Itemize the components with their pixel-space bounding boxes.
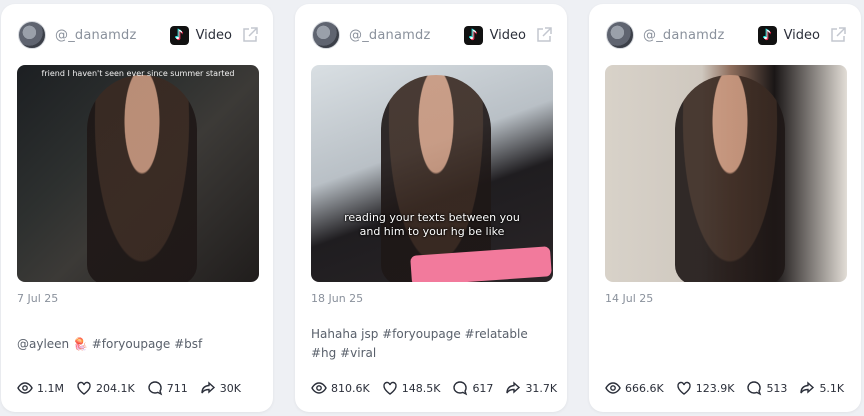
post-date: 18 Jun 25 <box>311 292 364 305</box>
author-handle[interactable]: @_danamdz <box>643 28 724 43</box>
post-date: 7 Jul 25 <box>17 292 59 305</box>
video-still <box>675 75 785 282</box>
comment-icon <box>453 381 468 396</box>
avatar[interactable] <box>312 21 340 49</box>
video-thumbnail[interactable] <box>605 65 847 282</box>
shares-stat: 30K <box>200 380 241 396</box>
comments-stat: 617 <box>452 380 493 396</box>
external-link-icon[interactable] <box>829 26 847 44</box>
views-count: 810.6K <box>331 381 370 395</box>
comment-icon <box>148 381 162 396</box>
heart-icon <box>383 381 397 395</box>
share-icon <box>506 381 521 394</box>
comments-count: 711 <box>166 381 188 395</box>
author-handle[interactable]: @_danamdz <box>349 28 430 43</box>
views-count: 1.1M <box>37 381 64 395</box>
stats-row: 810.6K 148.5K 617 31.7K <box>311 379 557 397</box>
tiktok-icon: ♪ <box>757 25 777 45</box>
post-date: 14 Jul 25 <box>605 292 654 305</box>
likes-count: 123.9K <box>695 381 735 395</box>
shares-count: 30K <box>219 381 241 395</box>
card-header: @_danamdz ♪ Video <box>18 19 259 51</box>
stats-row: 1.1M 204.1K 711 30K <box>17 379 263 397</box>
author-handle[interactable]: @_danamdz <box>55 28 136 43</box>
likes-stat: 204.1K <box>76 380 135 396</box>
tiktok-icon: ♪ <box>463 25 483 45</box>
shares-count: 31.7K <box>525 381 558 395</box>
views-stat: 810.6K <box>311 380 370 396</box>
shares-stat: 5.1K <box>799 380 844 396</box>
external-link-icon[interactable] <box>241 26 259 44</box>
avatar[interactable] <box>606 21 634 49</box>
comments-count: 617 <box>472 381 494 395</box>
card-header: @_danamdz ♪ Video <box>312 19 553 51</box>
post-caption: @ayleen 🪼 #foryoupage #bsf <box>17 337 203 351</box>
avatar[interactable] <box>18 21 46 49</box>
shares-count: 5.1K <box>819 381 845 395</box>
content-type-label: Video <box>195 27 232 43</box>
video-thumbnail[interactable]: reading your texts between you and him t… <box>311 65 553 282</box>
content-type-label: Video <box>783 27 820 43</box>
shares-stat: 31.7K <box>505 380 557 396</box>
likes-count: 204.1K <box>95 381 135 395</box>
external-link-icon[interactable] <box>535 26 553 44</box>
likes-stat: 123.9K <box>676 380 735 396</box>
post-caption: Hahaha jsp #foryoupage #relatable #hg #v… <box>311 327 528 360</box>
comments-count: 513 <box>766 381 788 395</box>
likes-count: 148.5K <box>401 381 441 395</box>
views-count: 666.6K <box>625 381 664 395</box>
heart-icon <box>77 381 91 395</box>
video-card[interactable]: @_danamdz ♪ Video reading your texts bet… <box>295 4 567 412</box>
eye-icon <box>17 382 33 394</box>
views-stat: 666.6K <box>605 380 664 396</box>
thumbnail-caption: reading your texts between you and him t… <box>344 211 520 238</box>
comment-icon <box>747 381 762 396</box>
content-type-label: Video <box>489 27 526 43</box>
video-card[interactable]: @_danamdz ♪ Video 14 Jul 25 666.6K 123.9… <box>589 4 861 412</box>
thumbnail-caption: friend I haven't seen ever since summer … <box>41 69 235 78</box>
video-still <box>87 75 197 282</box>
share-icon <box>201 381 215 394</box>
comments-stat: 711 <box>147 380 188 396</box>
eye-icon <box>311 382 327 394</box>
views-stat: 1.1M <box>17 380 64 396</box>
video-thumbnail[interactable]: friend I haven't seen ever since summer … <box>17 65 259 282</box>
heart-icon <box>677 381 691 395</box>
share-icon <box>800 381 815 394</box>
eye-icon <box>605 382 621 394</box>
card-header: @_danamdz ♪ Video <box>606 19 847 51</box>
comments-stat: 513 <box>746 380 787 396</box>
tiktok-icon: ♪ <box>169 25 189 45</box>
likes-stat: 148.5K <box>382 380 441 396</box>
video-card[interactable]: @_danamdz ♪ Video friend I haven't seen … <box>1 4 273 412</box>
stats-row: 666.6K 123.9K 513 5.1K <box>605 379 851 397</box>
